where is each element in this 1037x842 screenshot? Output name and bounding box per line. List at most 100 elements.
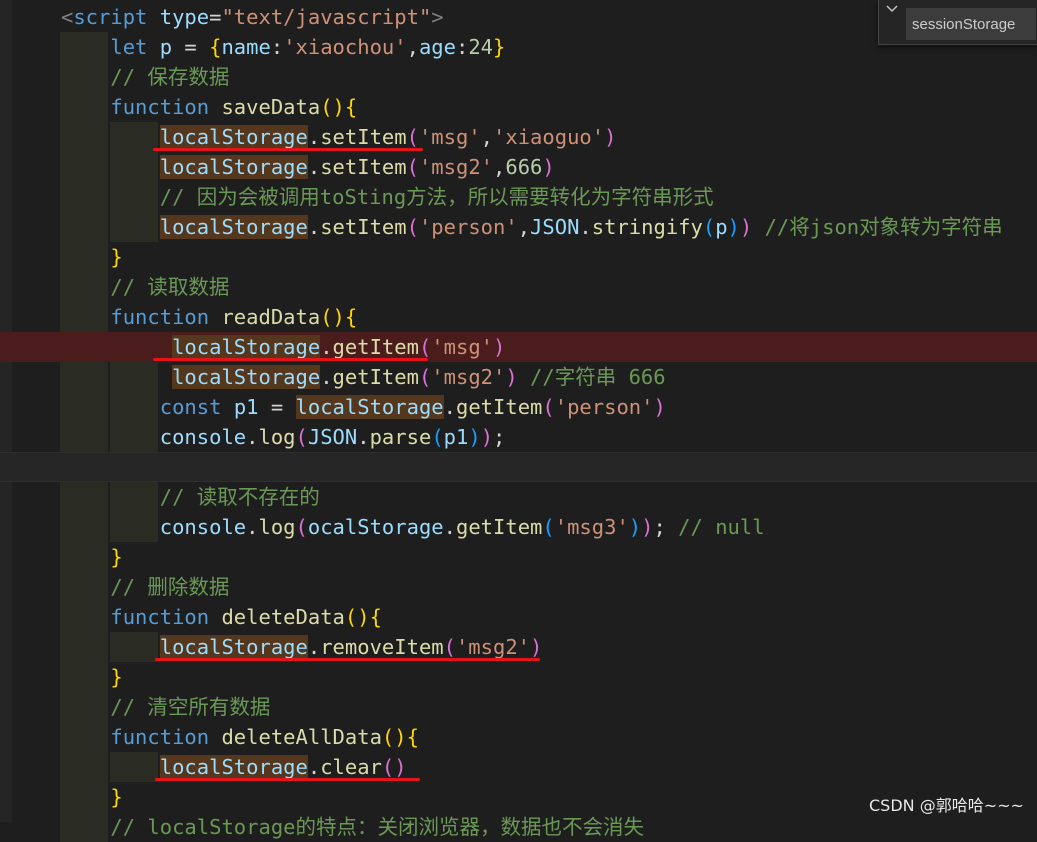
code-line[interactable]: function saveData(){: [0, 92, 1037, 122]
code-token: (: [431, 425, 444, 449]
code-line[interactable]: function deleteData(){: [0, 602, 1037, 632]
code-line[interactable]: // 因为会被调用toSting方法，所以需要转化为字符串形式: [0, 182, 1037, 212]
code-token: 'xiaochou': [283, 35, 407, 59]
code-token: type: [159, 5, 210, 29]
code-token: (: [406, 215, 419, 239]
code-text: localStorage.getItem('msg2') //字符串 666: [61, 362, 666, 392]
code-token: {: [369, 605, 382, 629]
code-line[interactable]: // 读取数据: [0, 272, 1037, 302]
code-token: console: [159, 425, 247, 449]
code-line[interactable]: }: [0, 542, 1037, 572]
code-token: }: [110, 245, 123, 269]
code-line[interactable]: [0, 452, 1037, 482]
code-token: ): [641, 515, 654, 539]
code-line[interactable]: localStorage.setItem('person',JSON.strin…: [0, 212, 1037, 242]
find-input[interactable]: [906, 8, 1036, 40]
code-token: ): [604, 125, 617, 149]
code-token: deleteData: [221, 605, 345, 629]
code-token: "text/javascript": [221, 5, 432, 29]
code-line[interactable]: // 清空所有数据: [0, 692, 1037, 722]
code-token: function: [110, 605, 210, 629]
code-token: JSON: [530, 215, 580, 239]
code-token: .: [307, 155, 321, 179]
code-text: let p = {name:'xiaochou',age:24}: [61, 32, 505, 62]
code-token: {: [209, 35, 222, 59]
code-text: function saveData(){: [61, 92, 357, 122]
code-token: ;: [493, 425, 506, 449]
code-token: .: [307, 635, 321, 659]
chevron-down-icon[interactable]: [885, 2, 903, 18]
code-line[interactable]: localStorage.getItem('msg2') //字符串 666: [0, 362, 1037, 392]
code-token: ): [727, 215, 740, 239]
code-line[interactable]: console.log(JSON.parse(p1));: [0, 422, 1037, 452]
search-match: localStorage: [172, 365, 321, 389]
code-line[interactable]: function deleteAllData(){: [0, 722, 1037, 752]
code-text: function readData(){: [61, 302, 357, 332]
code-token: getItem: [455, 395, 543, 419]
code-token: .: [320, 365, 333, 389]
code-line[interactable]: // localStorage的特点：关闭浏览器，数据也不会消失: [0, 812, 1037, 842]
code-line[interactable]: // 删除数据: [0, 572, 1037, 602]
code-token: setItem: [320, 125, 407, 149]
code-token: (: [443, 635, 456, 659]
code-text: localStorage.setItem('msg2',666): [61, 152, 555, 182]
annotation-underline: [153, 358, 428, 361]
code-token: getItem: [332, 365, 419, 389]
code-line[interactable]: // 保存数据: [0, 62, 1037, 92]
code-line[interactable]: }: [0, 662, 1037, 692]
code-token: getItem: [332, 335, 419, 359]
code-token: }: [493, 35, 506, 59]
search-match: localStorage: [159, 155, 308, 179]
code-line[interactable]: }: [0, 242, 1037, 272]
code-token: (: [406, 155, 419, 179]
code-text: function deleteData(){: [61, 602, 382, 632]
code-token: // 读取数据: [110, 275, 230, 299]
watermark: CSDN @郭哈哈~~~: [869, 796, 1024, 815]
code-line[interactable]: // 读取不存在的: [0, 482, 1037, 512]
code-token: ): [739, 215, 753, 239]
code-text: // 读取数据: [61, 272, 229, 302]
code-line[interactable]: localStorage.setItem('msg2',666): [0, 152, 1037, 182]
code-token: function: [110, 725, 210, 749]
code-token: =: [209, 5, 222, 29]
code-token: const: [159, 395, 222, 419]
code-line[interactable]: console.log(ocalStorage.getItem('msg3'))…: [0, 512, 1037, 542]
code-text: // localStorage的特点：关闭浏览器，数据也不会消失: [61, 812, 644, 842]
code-token: 'person': [418, 215, 518, 239]
code-token: =: [258, 395, 296, 419]
code-text: // 清空所有数据: [61, 692, 270, 722]
code-token: >: [431, 5, 444, 29]
code-token: ): [628, 515, 642, 539]
code-token: p1: [443, 425, 469, 449]
code-token: 666: [505, 155, 543, 179]
code-token: let: [110, 35, 148, 59]
code-token: }: [110, 785, 123, 809]
code-line[interactable]: function readData(){: [0, 302, 1037, 332]
code-token: p: [715, 215, 728, 239]
code-token: (: [418, 335, 432, 359]
code-token: // 因为会被调用toSting方法，所以需要转化为字符串形式: [159, 185, 714, 209]
code-line[interactable]: const p1 = localStorage.getItem('person'…: [0, 392, 1037, 422]
code-token: (): [320, 95, 345, 119]
code-token: ): [542, 155, 555, 179]
code-token: (): [381, 755, 407, 779]
code-text: console.log(JSON.parse(p1));: [61, 422, 506, 452]
code-token: ): [530, 635, 543, 659]
code-text: <script type="text/javascript">: [61, 2, 444, 32]
code-editor[interactable]: <script type="text/javascript"> let p = …: [0, 0, 1037, 842]
code-text: function deleteAllData(){: [61, 722, 419, 752]
code-token: // 删除数据: [110, 575, 230, 599]
